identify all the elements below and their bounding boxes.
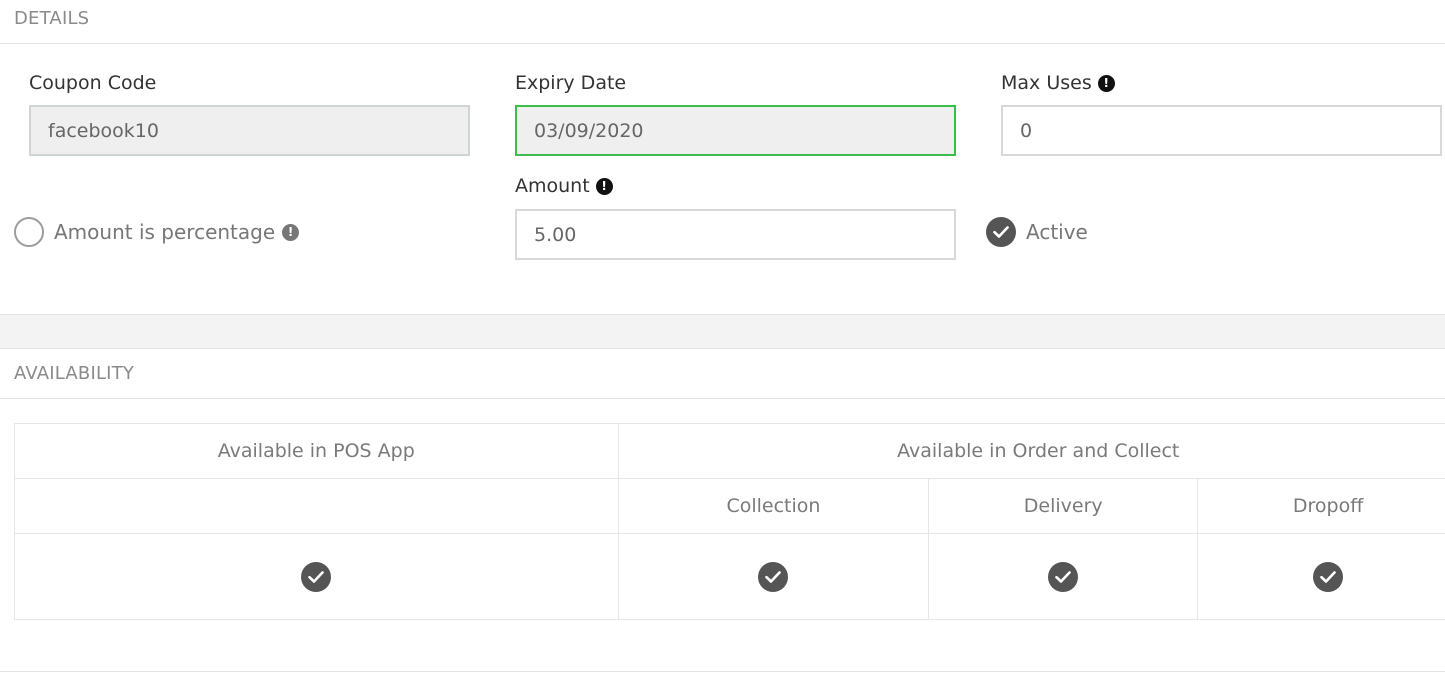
max-uses-label: Max Uses ! [1001, 72, 1115, 94]
details-section-title: DETAILS [14, 8, 90, 29]
dropoff-toggle-cell[interactable] [1197, 533, 1445, 620]
section-separator [0, 314, 1445, 349]
amount-label-text: Amount [515, 175, 590, 197]
expiry-date-label: Expiry Date [515, 72, 626, 94]
delivery-header: Delivery [928, 478, 1199, 534]
amount-label: Amount ! [515, 175, 613, 197]
info-icon[interactable]: ! [282, 223, 300, 241]
coupon-code-label: Coupon Code [29, 72, 156, 94]
availability-divider [0, 398, 1445, 399]
amount-input[interactable] [515, 209, 956, 260]
coupon-code-input[interactable] [29, 105, 470, 156]
coupon-code-label-text: Coupon Code [29, 72, 157, 94]
pos-subheader-empty [14, 478, 619, 534]
expiry-date-input[interactable] [515, 105, 956, 156]
max-uses-input[interactable] [1001, 105, 1442, 156]
amount-percentage-label: Amount is percentage [54, 220, 276, 244]
check-icon [1313, 561, 1344, 592]
collection-header: Collection [617, 478, 930, 534]
details-divider [0, 43, 1445, 44]
collection-toggle-cell[interactable] [617, 533, 930, 620]
availability-section-title: AVAILABILITY [14, 363, 135, 384]
expiry-date-label-text: Expiry Date [515, 72, 627, 94]
bottom-divider [0, 671, 1445, 672]
info-icon[interactable]: ! [1097, 74, 1115, 92]
check-icon [758, 561, 789, 592]
active-toggle[interactable] [986, 217, 1016, 247]
check-icon [1048, 561, 1079, 592]
pos-toggle-cell[interactable] [14, 533, 619, 620]
amount-percentage-radio[interactable] [14, 217, 44, 247]
check-icon [986, 217, 1016, 247]
availability-table: Available in POS App Available in Order … [14, 423, 1445, 620]
dropoff-header: Dropoff [1197, 478, 1445, 534]
pos-app-header: Available in POS App [14, 423, 619, 479]
max-uses-label-text: Max Uses [1001, 72, 1092, 94]
delivery-toggle-cell[interactable] [928, 533, 1199, 620]
active-label: Active [1026, 220, 1088, 244]
amount-percentage-option[interactable]: Amount is percentage ! [54, 220, 300, 244]
check-icon [301, 561, 332, 592]
info-icon[interactable]: ! [595, 177, 613, 195]
order-collect-header: Available in Order and Collect [617, 423, 1445, 479]
